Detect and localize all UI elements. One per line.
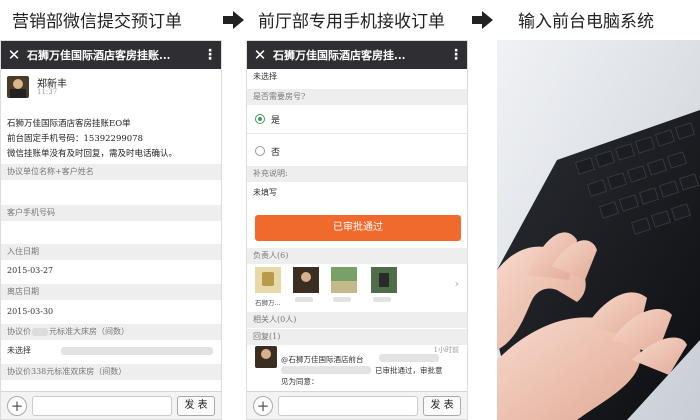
field-value: 2015-03-27 — [1, 261, 221, 281]
reply-text: 见为同意： — [281, 377, 319, 386]
divider — [247, 133, 467, 134]
comment-input[interactable] — [278, 396, 418, 416]
send-button[interactable]: 发 表 — [423, 396, 461, 416]
phone-front-desk: ✕ 石狮万佳国际酒店客房挂... ⋮ 未选择 是否需要房号? 是 否 补充说明:… — [246, 40, 468, 420]
option-label: 否 — [271, 148, 281, 158]
chat-title: 石狮万佳国际酒店客房挂... — [273, 49, 406, 62]
field-value: 未填写 — [247, 183, 467, 203]
section-label: 负责人(6) — [247, 248, 467, 264]
field-label: 补充说明: — [247, 166, 467, 182]
avatar[interactable] — [293, 267, 319, 293]
avatar[interactable] — [371, 267, 397, 293]
field-label: 入住日期 — [1, 244, 221, 260]
input-bar: + 发 表 — [1, 391, 221, 419]
comment-input[interactable] — [32, 396, 172, 416]
step3-title: 输入前台电脑系统 — [518, 12, 654, 32]
input-bar: + 发 表 — [247, 391, 467, 419]
message-time: 11:37 — [37, 88, 58, 96]
reply-text: 已审批通过，审批意 — [375, 366, 443, 375]
field-value: 未选择 — [247, 69, 467, 85]
field-label-part: 元标准大床房（间数） — [49, 327, 129, 336]
blurred-text — [295, 297, 313, 302]
option-label: 是 — [271, 116, 281, 126]
blurred-text — [333, 297, 351, 302]
field-value — [1, 180, 221, 200]
phone-wechat-order: ✕ 石狮万佳国际酒店客房挂账... ⋮ 郑新丰 11:37 石狮万佳国际酒店客房… — [0, 40, 222, 420]
step2-title: 前厅部专用手机接收订单 — [258, 12, 445, 32]
avatar[interactable] — [255, 267, 281, 293]
plus-icon[interactable]: + — [253, 396, 273, 416]
reply-text: @石狮万佳国际酒店前台 — [281, 355, 364, 364]
more-icon[interactable]: ⋮ — [445, 47, 467, 63]
blurred-text — [281, 366, 371, 374]
message-line: 微信挂账单没有及时回复，需及时电话确认。 — [7, 149, 178, 159]
message-line: 石狮万佳国际酒店客房挂账EO单 — [7, 119, 131, 129]
section-label: 相关人(0人) — [247, 312, 467, 328]
message-line: 前台固定手机号码：15392299078 — [7, 134, 143, 144]
radio-no[interactable] — [255, 146, 265, 156]
section-label: 回复(1) — [247, 329, 467, 345]
blurred-text — [379, 354, 439, 362]
close-icon[interactable]: ✕ — [1, 46, 27, 64]
field-value — [1, 221, 221, 241]
field-label: 离店日期 — [1, 284, 221, 300]
blurred-text — [373, 297, 391, 302]
field-label-part: 协议价 — [7, 327, 31, 336]
keyboard-typing-image — [497, 40, 700, 420]
plus-icon[interactable]: + — [7, 396, 27, 416]
chevron-right-icon[interactable]: › — [455, 277, 459, 290]
field-label: 是否需要房号? — [247, 89, 467, 105]
send-button[interactable]: 发 表 — [177, 396, 215, 416]
workflow-page: 营销部微信提交预订单 前厅部专用手机接收订单 输入前台电脑系统 ✕ 石狮万佳国际… — [0, 0, 700, 420]
avatar[interactable] — [7, 76, 29, 98]
avatar[interactable] — [255, 346, 277, 368]
chat-title: 石狮万佳国际酒店客房挂账... — [27, 49, 171, 62]
avatar[interactable] — [331, 267, 357, 293]
field-value: 2015-03-30 — [1, 302, 221, 322]
step1-title: 营销部微信提交预订单 — [12, 12, 182, 32]
field-label-room1: 协议价 元标准大床房（间数） — [1, 324, 221, 340]
radio-yes[interactable] — [255, 114, 265, 124]
person-name: 石狮万... — [255, 299, 281, 307]
field-label: 客户手机号码 — [1, 205, 221, 221]
more-icon[interactable]: ⋮ — [199, 47, 221, 63]
close-icon[interactable]: ✕ — [247, 46, 273, 64]
approved-button[interactable]: 已审批通过 — [255, 215, 461, 241]
field-label: 协议单位名称+客户姓名 — [1, 164, 221, 180]
blurred-text — [61, 347, 213, 355]
top-bar: ✕ 石狮万佳国际酒店客房挂... ⋮ — [247, 41, 467, 69]
keyboard-photo — [497, 40, 700, 420]
top-bar: ✕ 石狮万佳国际酒店客房挂账... ⋮ — [1, 41, 221, 69]
field-label: 协议价338元标准双床房（间数） — [1, 364, 221, 380]
